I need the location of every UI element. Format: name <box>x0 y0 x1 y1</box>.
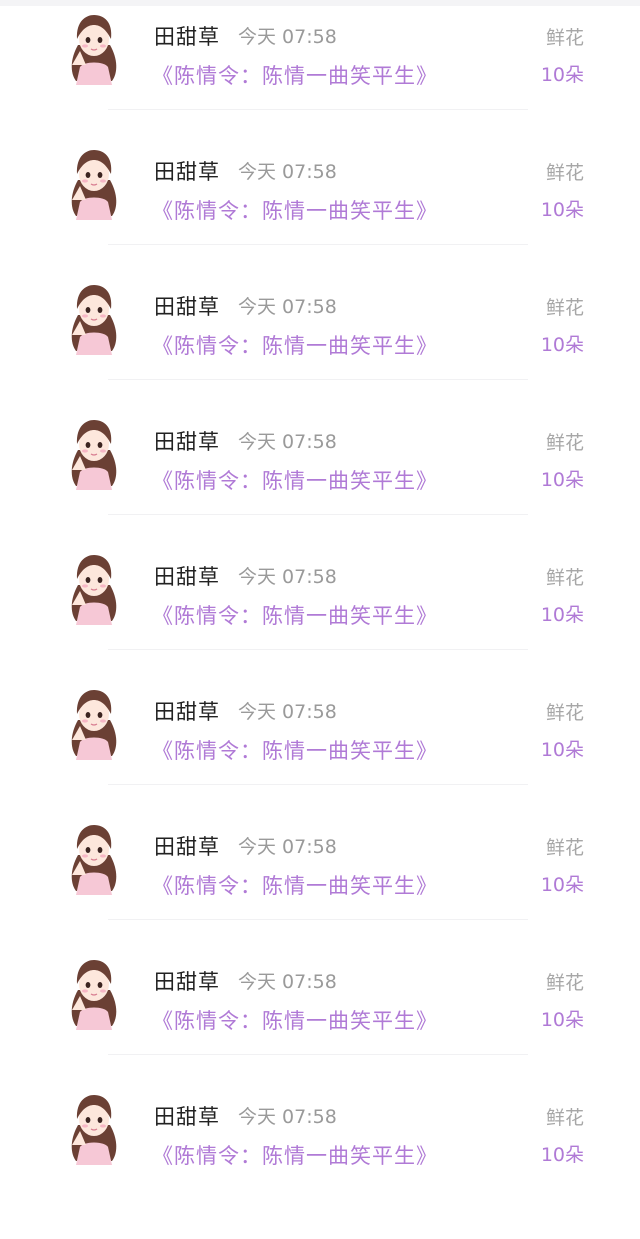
user-name: 田甜草 <box>154 295 220 319</box>
book-title-link[interactable]: 《陈情令：陈情一曲笑平生》 <box>152 737 438 765</box>
gift-count: 10朵 <box>540 199 584 221</box>
user-name: 田甜草 <box>154 1105 220 1129</box>
user-name: 田甜草 <box>154 970 220 994</box>
girl-avatar-icon <box>71 960 117 1030</box>
avatar[interactable] <box>64 950 124 1030</box>
gift-count: 10朵 <box>540 1144 584 1166</box>
book-title-link[interactable]: 《陈情令：陈情一曲笑平生》 <box>152 1007 438 1035</box>
gift-count: 10朵 <box>540 64 584 86</box>
list-item[interactable]: 田甜草 今天 07:58 《陈情令：陈情一曲笑平生》 鲜花 10朵 <box>0 150 640 294</box>
gift-type: 鲜花 <box>545 702 584 724</box>
book-title-link[interactable]: 《陈情令：陈情一曲笑平生》 <box>152 332 438 360</box>
user-name: 田甜草 <box>154 25 220 49</box>
book-title-link[interactable]: 《陈情令：陈情一曲笑平生》 <box>152 197 438 225</box>
girl-avatar-icon <box>71 150 117 220</box>
row-divider <box>108 1054 528 1055</box>
avatar[interactable] <box>64 1085 124 1165</box>
gift-type: 鲜花 <box>545 432 584 454</box>
user-name: 田甜草 <box>154 565 220 589</box>
timestamp: 今天 07:58 <box>238 971 337 993</box>
timestamp: 今天 07:58 <box>238 836 337 858</box>
gift-count: 10朵 <box>540 874 584 896</box>
book-title-link[interactable]: 《陈情令：陈情一曲笑平生》 <box>152 62 438 90</box>
avatar[interactable] <box>64 5 124 85</box>
list-item[interactable]: 田甜草 今天 07:58 《陈情令：陈情一曲笑平生》 鲜花 10朵 <box>0 285 640 429</box>
row-divider <box>108 109 528 110</box>
avatar[interactable] <box>64 410 124 490</box>
girl-avatar-icon <box>71 825 117 895</box>
gift-count: 10朵 <box>540 469 584 491</box>
row-divider <box>108 919 528 920</box>
user-name: 田甜草 <box>154 430 220 454</box>
timestamp: 今天 07:58 <box>238 431 337 453</box>
timestamp: 今天 07:58 <box>238 1106 337 1128</box>
list-item[interactable]: 田甜草 今天 07:58 《陈情令：陈情一曲笑平生》 鲜花 10朵 <box>0 825 640 969</box>
list-item[interactable]: 田甜草 今天 07:58 《陈情令：陈情一曲笑平生》 鲜花 10朵 <box>0 960 640 1104</box>
avatar[interactable] <box>64 680 124 760</box>
gift-count: 10朵 <box>540 604 584 626</box>
user-name: 田甜草 <box>154 160 220 184</box>
girl-avatar-icon <box>71 690 117 760</box>
book-title-link[interactable]: 《陈情令：陈情一曲笑平生》 <box>152 602 438 630</box>
list-item[interactable]: 田甜草 今天 07:58 《陈情令：陈情一曲笑平生》 鲜花 10朵 <box>0 15 640 159</box>
avatar[interactable] <box>64 140 124 220</box>
girl-avatar-icon <box>71 555 117 625</box>
gift-count: 10朵 <box>540 1009 584 1031</box>
book-title-link[interactable]: 《陈情令：陈情一曲笑平生》 <box>152 467 438 495</box>
gift-type: 鲜花 <box>545 567 584 589</box>
user-name: 田甜草 <box>154 835 220 859</box>
list-item[interactable]: 田甜草 今天 07:58 《陈情令：陈情一曲笑平生》 鲜花 10朵 <box>0 420 640 564</box>
gift-count: 10朵 <box>540 334 584 356</box>
timestamp: 今天 07:58 <box>238 296 337 318</box>
gift-type: 鲜花 <box>545 27 584 49</box>
girl-avatar-icon <box>71 1095 117 1165</box>
row-divider <box>108 514 528 515</box>
avatar[interactable] <box>64 815 124 895</box>
avatar[interactable] <box>64 545 124 625</box>
timestamp: 今天 07:58 <box>238 701 337 723</box>
gift-count: 10朵 <box>540 739 584 761</box>
gift-type: 鲜花 <box>545 1107 584 1129</box>
timestamp: 今天 07:58 <box>238 26 337 48</box>
gift-type: 鲜花 <box>545 297 584 319</box>
girl-avatar-icon <box>71 15 117 85</box>
list-item[interactable]: 田甜草 今天 07:58 《陈情令：陈情一曲笑平生》 鲜花 10朵 <box>0 690 640 834</box>
row-divider <box>108 784 528 785</box>
list-item[interactable]: 田甜草 今天 07:58 《陈情令：陈情一曲笑平生》 鲜花 10朵 <box>0 1095 640 1239</box>
timestamp: 今天 07:58 <box>238 161 337 183</box>
row-divider <box>108 649 528 650</box>
girl-avatar-icon <box>71 285 117 355</box>
list-item[interactable]: 田甜草 今天 07:58 《陈情令：陈情一曲笑平生》 鲜花 10朵 <box>0 555 640 699</box>
avatar[interactable] <box>64 275 124 355</box>
row-divider <box>108 244 528 245</box>
book-title-link[interactable]: 《陈情令：陈情一曲笑平生》 <box>152 872 438 900</box>
gift-type: 鲜花 <box>545 972 584 994</box>
girl-avatar-icon <box>71 420 117 490</box>
user-name: 田甜草 <box>154 700 220 724</box>
gift-record-list: 田甜草 今天 07:58 《陈情令：陈情一曲笑平生》 鲜花 10朵 田甜草 今天… <box>0 0 640 1168</box>
gift-type: 鲜花 <box>545 162 584 184</box>
timestamp: 今天 07:58 <box>238 566 337 588</box>
book-title-link[interactable]: 《陈情令：陈情一曲笑平生》 <box>152 1142 438 1170</box>
gift-type: 鲜花 <box>545 837 584 859</box>
row-divider <box>108 379 528 380</box>
